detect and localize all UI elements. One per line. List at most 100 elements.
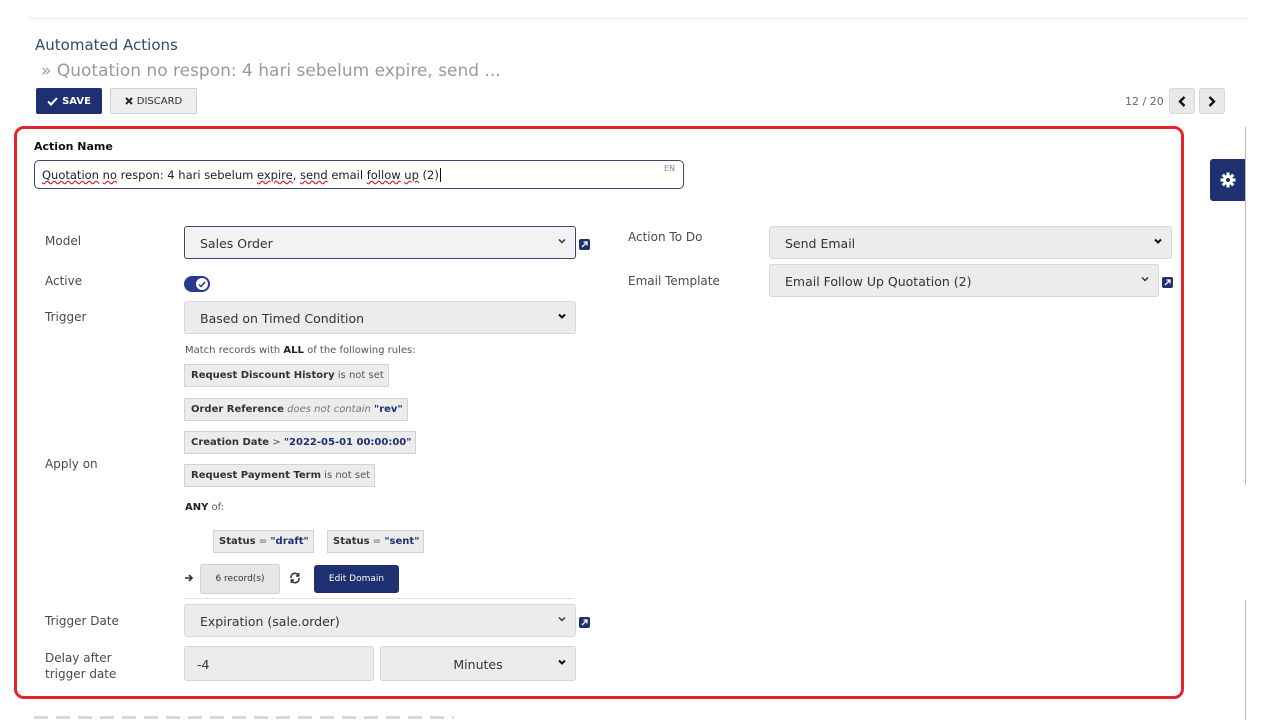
- faded-text-below: [34, 716, 454, 719]
- breadcrumb-separator: »: [41, 61, 52, 81]
- domain-rule[interactable]: Request Discount History is not set: [184, 364, 389, 387]
- records-count-button[interactable]: 6 record(s): [200, 564, 280, 594]
- action-name-part: no: [102, 168, 117, 182]
- action-name-part: follow: [366, 168, 401, 182]
- rule-operator: is not set: [321, 470, 371, 481]
- email-template-external-link-button[interactable]: [1162, 277, 1173, 288]
- rule-value: "2022-05-01 00:00:00": [283, 437, 412, 448]
- any-bold: ANY: [185, 502, 209, 513]
- rule-field: Request Payment Term: [191, 470, 321, 481]
- delay-value-input[interactable]: -4: [184, 646, 374, 681]
- action-name-part: Quotation: [42, 168, 99, 182]
- right-separator-lower: [1245, 600, 1246, 720]
- action-name-part: ,: [292, 168, 301, 182]
- rule-field: Status: [333, 536, 370, 547]
- domain-intro-prefix: Match records with: [185, 345, 284, 356]
- action-name-part: up: [404, 168, 419, 182]
- save-label: SAVE: [62, 95, 91, 107]
- action-to-do-select[interactable]: Send Email: [769, 226, 1172, 259]
- rule-value: "draft": [270, 536, 309, 547]
- chevron-down-icon: [1154, 238, 1162, 244]
- rule-field: Creation Date: [191, 437, 270, 448]
- email-template-label: Email Template: [628, 274, 720, 288]
- domain-any-group-label: ANY of:: [185, 502, 224, 513]
- delay-unit-value: Minutes: [453, 657, 503, 672]
- email-template-select[interactable]: Email Follow Up Quotation (2): [769, 264, 1159, 297]
- action-name-label: Action Name: [34, 140, 113, 153]
- email-template-value: Email Follow Up Quotation (2): [785, 274, 972, 289]
- edit-domain-button[interactable]: Edit Domain: [314, 565, 399, 593]
- domain-rule[interactable]: Status = "sent": [327, 530, 425, 553]
- chevron-right-icon: [1208, 95, 1216, 107]
- delay-unit-select[interactable]: Minutes: [380, 646, 576, 681]
- any-suffix: of:: [208, 502, 225, 513]
- trigger-date-value: Expiration (sale.order): [200, 614, 340, 629]
- breadcrumb-current-label: Quotation no respon: 4 hari sebelum expi…: [56, 61, 501, 81]
- domain-rule[interactable]: Request Payment Term is not set: [184, 464, 376, 487]
- close-icon: [125, 97, 133, 105]
- rule-operator: =: [255, 536, 271, 547]
- model-label: Model: [45, 234, 82, 248]
- pager-previous-button[interactable]: [1169, 88, 1195, 114]
- domain-description: Match records with ALL of the following …: [185, 345, 416, 356]
- trigger-date-external-link-button[interactable]: [579, 617, 590, 628]
- trigger-date-select[interactable]: Expiration (sale.order): [184, 604, 576, 637]
- rule-value: "sent": [384, 536, 420, 547]
- trigger-date-label: Trigger Date: [45, 614, 119, 628]
- rule-operator: is not set: [334, 370, 384, 381]
- gear-icon: [1220, 172, 1235, 188]
- chevron-down-icon: [1141, 276, 1149, 282]
- trigger-select[interactable]: Based on Timed Condition: [184, 301, 576, 334]
- rule-value: "rev": [374, 404, 403, 415]
- external-link-icon: [581, 619, 588, 626]
- rule-field: Status: [219, 536, 256, 547]
- trigger-value: Based on Timed Condition: [200, 311, 365, 326]
- action-to-do-value: Send Email: [785, 236, 856, 251]
- text-cursor: [439, 168, 441, 182]
- model-select[interactable]: Sales Order: [184, 226, 576, 259]
- breadcrumb-current: » Quotation no respon: 4 hari sebelum ex…: [41, 61, 501, 81]
- action-name-part: expire: [256, 168, 293, 182]
- pager-next-button[interactable]: [1199, 88, 1225, 114]
- model-value: Sales Order: [200, 236, 273, 251]
- language-tag[interactable]: EN: [664, 164, 675, 173]
- action-name-input[interactable]: Quotation no respon: 4 hari sebelum expi…: [34, 160, 684, 189]
- rule-operator: does not contain: [283, 404, 374, 415]
- rule-field: Order Reference: [191, 404, 284, 415]
- save-button[interactable]: SAVE: [36, 88, 102, 114]
- right-separator: [1245, 127, 1246, 485]
- active-label: Active: [45, 274, 83, 288]
- action-to-do-label: Action To Do: [628, 230, 703, 244]
- domain-rule[interactable]: Status = "draft": [213, 530, 314, 553]
- trigger-label: Trigger: [45, 310, 87, 324]
- chevron-down-icon: [558, 616, 566, 622]
- discard-label: DISCARD: [136, 95, 183, 107]
- discard-button[interactable]: DISCARD: [110, 88, 197, 114]
- refresh-icon[interactable]: [289, 572, 301, 584]
- toggle-knob: [196, 278, 208, 290]
- chevron-down-icon: [558, 659, 566, 665]
- rule-operator: >: [269, 437, 284, 448]
- domain-intro-suffix: of the following rules:: [303, 345, 416, 356]
- delay-label: Delay after trigger date: [45, 650, 116, 682]
- top-shadow: [28, 17, 1248, 23]
- external-link-icon: [581, 241, 588, 248]
- domain-rule[interactable]: Creation Date > "2022-05-01 00:00:00": [184, 431, 417, 454]
- pager-value[interactable]: 12 / 20: [1125, 95, 1164, 108]
- active-toggle[interactable]: [184, 276, 210, 292]
- settings-button[interactable]: [1210, 159, 1245, 201]
- check-icon: [198, 281, 206, 288]
- chevron-down-icon: [558, 238, 566, 244]
- rule-field: Request Discount History: [191, 370, 335, 381]
- breadcrumb-root[interactable]: Automated Actions: [35, 36, 178, 54]
- action-name-part: respon: 4 hari sebelum: [116, 168, 257, 182]
- action-name-part: (2): [418, 168, 439, 182]
- action-name-part: send: [300, 168, 328, 182]
- domain-divider: [184, 598, 574, 599]
- chevron-left-icon: [1178, 95, 1186, 107]
- arrow-right-icon: [185, 574, 194, 582]
- domain-rule[interactable]: Order Reference does not contain "rev": [184, 398, 408, 421]
- action-name-part: email: [327, 168, 367, 182]
- delay-label-line2: trigger date: [45, 667, 117, 681]
- model-external-link-button[interactable]: [579, 239, 590, 250]
